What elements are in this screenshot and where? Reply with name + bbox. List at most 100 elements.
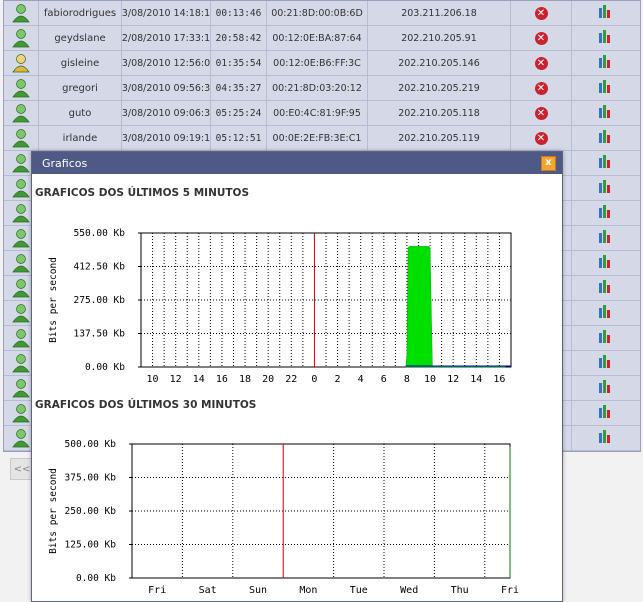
graph-button[interactable]: [572, 326, 640, 350]
user-icon: [4, 126, 39, 150]
bar-chart-icon: [599, 155, 613, 171]
graph-button[interactable]: [572, 51, 640, 75]
table-row: fabiorodrigues 13/08/2010 14:18:15 00:13…: [4, 1, 640, 26]
ip-cell: 203.211.206.18: [368, 1, 511, 25]
user-icon: [4, 26, 39, 50]
bar-chart-icon: [599, 280, 613, 296]
ip-cell: 202.210.205.219: [368, 76, 511, 100]
y-axis-label: Bits per second: [48, 468, 59, 554]
graph-button[interactable]: [572, 401, 640, 425]
close-icon[interactable]: x: [541, 156, 556, 171]
modal-title: Graficos: [42, 156, 88, 170]
close-circle-icon: ✕: [534, 31, 548, 45]
x-tick-label: 0: [311, 374, 317, 385]
bar-chart-icon: [599, 80, 613, 96]
y-tick-label: 375.00 Kb: [65, 473, 117, 484]
mac-cell: 00:21:8D:03:20:12: [267, 76, 368, 100]
graph-button[interactable]: [572, 126, 640, 150]
graph-button[interactable]: [572, 251, 640, 275]
table-row: guto 13/08/2010 09:06:37 05:25:24 00:E0:…: [4, 101, 640, 126]
graphs-modal: Graficos x GRAFICOS DOS ÚLTIMOS 5 MINUTO…: [31, 151, 563, 602]
x-tick-label: Mon: [299, 585, 317, 596]
user-icon: [4, 1, 39, 25]
bar-chart-icon: [599, 30, 613, 46]
y-tick-label: 0.00 Kb: [85, 362, 125, 373]
x-tick-label: Sat: [199, 585, 217, 596]
login-date-cell: 12/08/2010 17:33:19: [122, 26, 211, 50]
x-tick-label: Tue: [350, 585, 368, 596]
mac-cell: 00:E0:4C:81:9F:95: [267, 101, 368, 125]
graph-button[interactable]: [572, 276, 640, 300]
mac-cell: 00:21:8D:00:0B:6D: [267, 1, 368, 25]
delete-button[interactable]: ✕: [511, 76, 572, 100]
duration-cell: 01:35:54: [211, 51, 267, 75]
duration-cell: 05:25:24: [211, 101, 267, 125]
login-date-cell: 13/08/2010 12:56:07: [122, 51, 211, 75]
bar-chart-icon: [599, 230, 613, 246]
bar-chart-icon: [599, 430, 613, 446]
close-circle-icon: ✕: [534, 131, 548, 145]
username-cell: guto: [39, 101, 122, 125]
graph-button[interactable]: [572, 426, 640, 450]
graph-button[interactable]: [572, 301, 640, 325]
section-title-30min: GRAFICOS DOS ÚLTIMOS 30 MINUTOS: [35, 399, 257, 411]
x-tick-label: 10: [424, 374, 436, 385]
x-tick-label: Thu: [451, 585, 469, 596]
user-icon: [4, 101, 39, 125]
login-date-cell: 13/08/2010 09:56:34: [122, 76, 211, 100]
table-row: gregori 13/08/2010 09:56:34 04:35:27 00:…: [4, 76, 640, 101]
chart-30min: 500.00 Kb 375.00 Kb 250.00 Kb 125.00 Kb 0.00…: [48, 439, 519, 596]
graph-button[interactable]: [572, 26, 640, 50]
bar-chart-icon: [599, 405, 613, 421]
y-tick-label: 500.00 Kb: [65, 439, 117, 450]
mac-cell: 00:12:0E:BA:87:64: [267, 26, 368, 50]
x-tick-label: 22: [285, 374, 297, 385]
login-date-cell: 13/08/2010 09:19:10: [122, 126, 211, 150]
bar-chart-icon: [599, 55, 613, 71]
delete-button[interactable]: ✕: [511, 101, 572, 125]
graph-button[interactable]: [572, 351, 640, 375]
x-tick-label: 20: [262, 374, 274, 385]
username-cell: gregori: [39, 76, 122, 100]
chart-5min: 550.00 Kb 412.50 Kb 275.00 Kb 137.50 Kb 0.00…: [48, 228, 512, 385]
x-tick-label: 16: [493, 374, 505, 385]
table-row: gisleine 13/08/2010 12:56:07 01:35:54 00…: [4, 51, 640, 76]
y-tick-label: 250.00 Kb: [65, 506, 117, 517]
bar-chart-icon: [599, 255, 613, 271]
bar-chart-icon: [599, 130, 613, 146]
login-date-cell: 13/08/2010 14:18:15: [122, 1, 211, 25]
modal-titlebar[interactable]: Graficos x: [32, 152, 562, 174]
y-tick-label: 550.00 Kb: [74, 228, 126, 239]
graph-button[interactable]: [572, 151, 640, 175]
bar-chart-icon: [599, 5, 613, 21]
x-tick-label: Wed: [400, 585, 418, 596]
x-tick-label: 12: [170, 374, 182, 385]
graph-button[interactable]: [572, 226, 640, 250]
bar-chart-icon: [599, 380, 613, 396]
x-tick-label: 4: [358, 374, 364, 385]
graph-button[interactable]: [572, 376, 640, 400]
username-cell: gisleine: [39, 51, 122, 75]
y-tick-label: 125.00 Kb: [65, 540, 117, 551]
y-tick-label: 275.00 Kb: [74, 295, 126, 306]
delete-button[interactable]: ✕: [511, 26, 572, 50]
graph-button[interactable]: [572, 176, 640, 200]
graph-button[interactable]: [572, 76, 640, 100]
y-axis-label: Bits per second: [48, 257, 59, 343]
x-tick-label: 14: [470, 374, 482, 385]
delete-button[interactable]: ✕: [511, 126, 572, 150]
login-date-cell: 13/08/2010 09:06:37: [122, 101, 211, 125]
delete-button[interactable]: ✕: [511, 51, 572, 75]
duration-cell: 04:35:27: [211, 76, 267, 100]
bar-chart-icon: [599, 355, 613, 371]
delete-button[interactable]: ✕: [511, 1, 572, 25]
duration-cell: 05:12:51: [211, 126, 267, 150]
x-tick-label: 14: [193, 374, 205, 385]
graph-button[interactable]: [572, 1, 640, 25]
graph-button[interactable]: [572, 201, 640, 225]
ip-cell: 202.210.205.146: [368, 51, 511, 75]
x-tick-label: 10: [147, 374, 159, 385]
close-circle-icon: ✕: [534, 81, 548, 95]
user-icon: [4, 76, 39, 100]
graph-button[interactable]: [572, 101, 640, 125]
